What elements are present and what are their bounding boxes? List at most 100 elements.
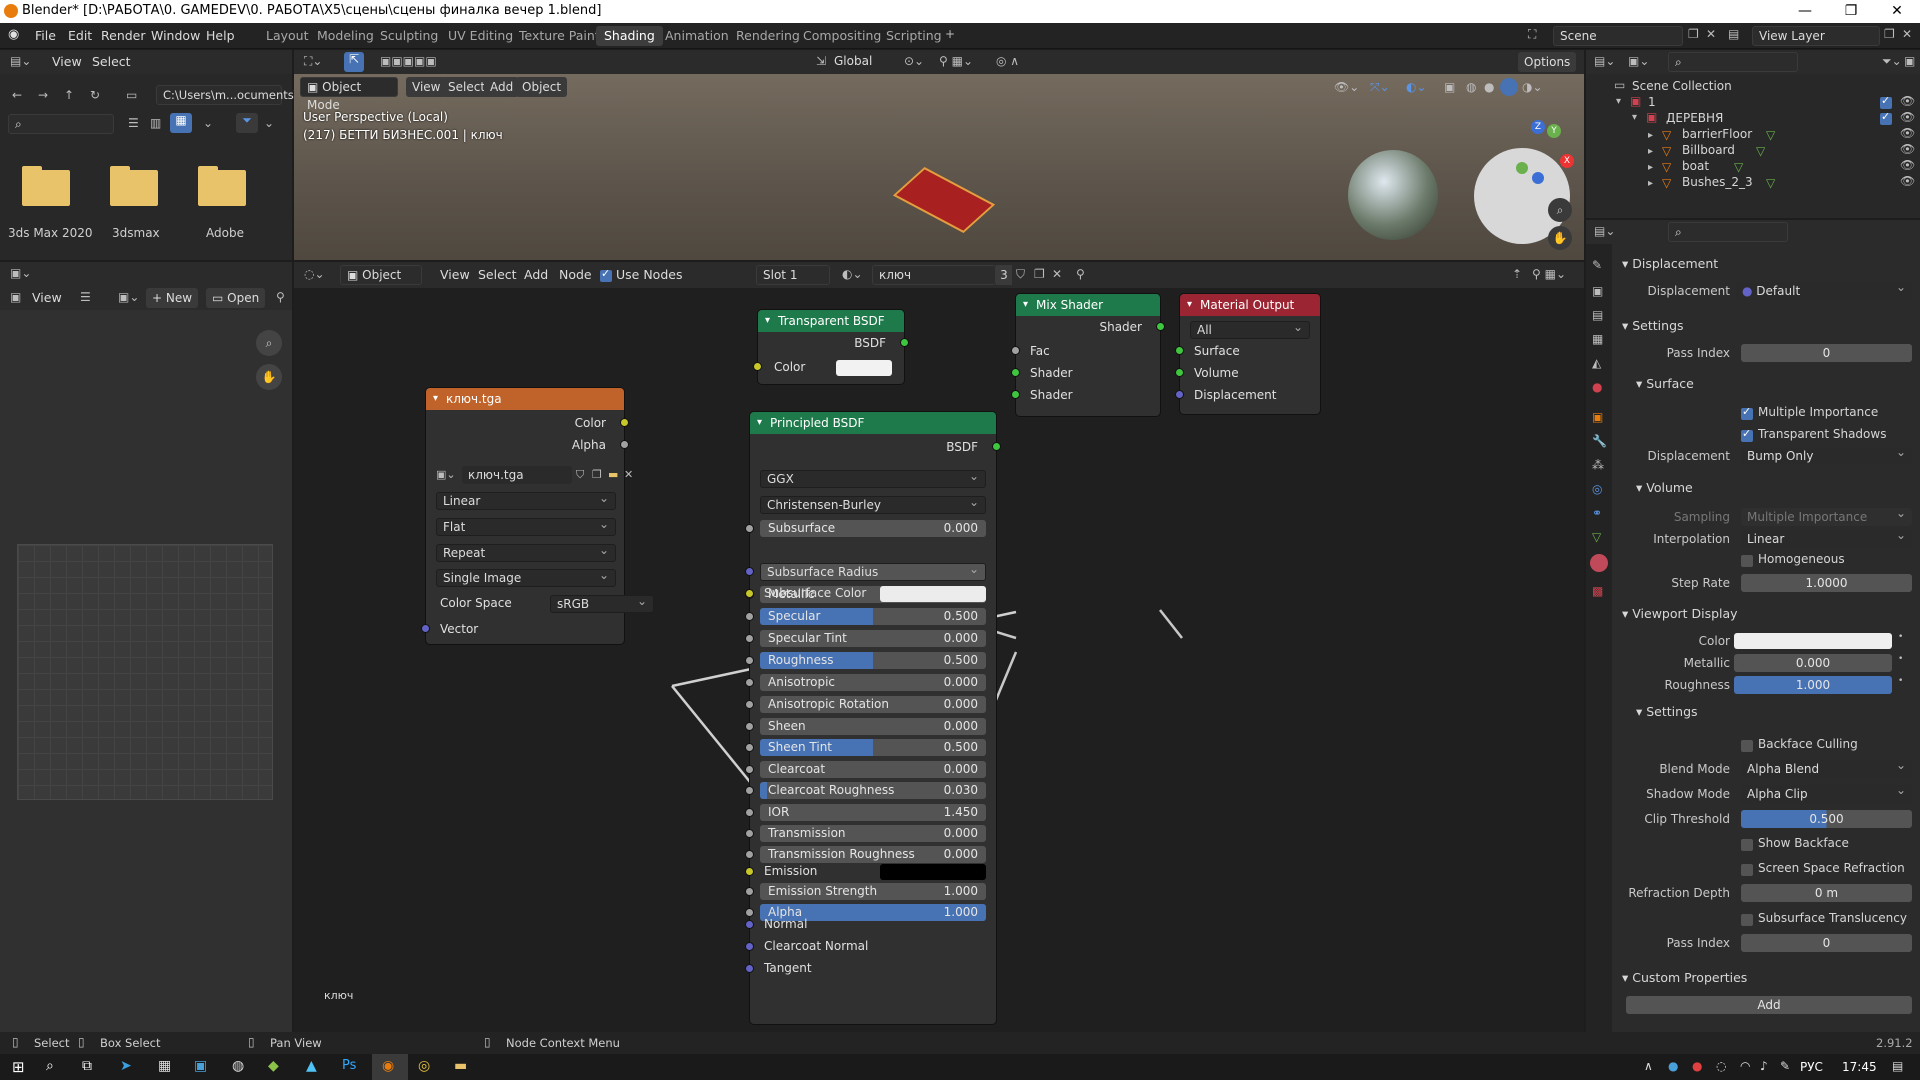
taskbar-search-icon[interactable]: ⌕ [46,1058,54,1074]
param-slider-anisotropic[interactable]: Anisotropic 0.000 [760,674,986,691]
visibility-icon[interactable]: 👁⌄ [1334,80,1359,94]
orientation-dropdown[interactable]: Global [834,54,872,68]
param-input-socket[interactable] [745,908,754,917]
viewport-editor-type-icon[interactable]: ⛶⌄ [304,54,322,69]
animate-dot-icon[interactable]: • [1898,632,1903,642]
constraints-tab-icon[interactable]: ⚭ [1592,506,1602,520]
material-tab-icon[interactable] [1590,554,1608,572]
pass-index2-field[interactable]: 0 [1741,934,1912,952]
solid-shading-icon[interactable]: ● [1484,80,1494,94]
subsurface-translucency-checkbox[interactable] [1741,914,1753,926]
mix-shader2-input-socket[interactable] [1011,390,1020,399]
z-axis-icon[interactable]: Z [1531,120,1545,134]
param-input-socket[interactable] [745,722,754,731]
telegram-icon[interactable]: ➤ [120,1058,132,1074]
selected-object-keycard[interactable] [892,166,996,234]
refraction-depth-field[interactable]: 0 m [1741,884,1912,902]
outliner-item[interactable]: Bushes_2_3 [1682,172,1753,192]
view-layer-tab-icon[interactable]: ▦ [1592,332,1603,346]
proportional-edit-icon[interactable]: ◎ ∧ [996,54,1019,68]
task-view-icon[interactable]: ⧉ [82,1058,92,1074]
mix-shader-node[interactable]: Mix Shader Shader Fac Shader Shader [1011,294,1165,416]
pan-hand-icon[interactable]: ✋ [256,364,282,390]
windows-start-icon[interactable]: ⊞ [12,1058,25,1076]
orientation-icon[interactable]: ⇲ [816,54,826,68]
extension-dropdown[interactable]: Repeat [436,542,616,562]
source-dropdown[interactable]: Single Image [436,567,616,587]
image-texture-node[interactable]: ключ.tga Color Alpha ▣⌄ ключ.tga ⛉ ❐ ▬ ✕… [421,388,654,644]
clip-threshold-field[interactable]: 0.500 [1741,810,1912,828]
animate-dot-icon[interactable]: • [1898,676,1903,686]
data-tab-icon[interactable]: ▽ [1592,530,1601,544]
add-workspace-icon[interactable]: + [945,27,955,41]
expand-icon[interactable]: ▾ [1616,96,1621,107]
detail-view-icon[interactable]: ▥ [150,116,161,130]
viewport-color-swatch[interactable] [1734,633,1892,649]
chrome-icon[interactable]: ◎ [418,1058,430,1074]
new-scene-icon[interactable]: ❐ [1688,27,1699,41]
app-steam-icon[interactable]: ◍ [232,1058,244,1074]
param-input-socket[interactable] [745,700,754,709]
editor-type-icon[interactable]: ▤⌄ [10,54,31,68]
tab-scripting[interactable]: Scripting [878,26,950,46]
mode-dropdown[interactable]: ▣ Object Mode [300,77,398,112]
image-name-field[interactable]: ключ.tga [462,466,572,484]
normal-input-socket[interactable] [745,920,754,929]
image-node-header[interactable]: ключ.tga [426,388,624,410]
properties-type-icon[interactable]: ▤⌄ [1594,224,1615,238]
mix-shader1-input-socket[interactable] [1011,368,1020,377]
hamburger-icon[interactable]: ☰ [80,290,91,304]
interpolation-dropdown[interactable]: Linear [436,490,616,510]
settings2-subsection-header[interactable]: ▾ Settings [1636,704,1698,719]
subsurface-color-swatch[interactable] [880,586,986,602]
parent-dir-icon[interactable]: ↑ [64,88,74,102]
blender-taskbar-item[interactable]: ◉ [372,1054,408,1080]
output-surface-input-socket[interactable] [1175,346,1184,355]
node-editor[interactable]: ◌⌄ ▣ Object View Select Add Node Use Nod… [294,262,1584,1032]
outliner-type-icon[interactable]: ▤⌄ [1594,54,1615,68]
tab-layout[interactable]: Layout [258,26,317,46]
param-slider-roughness[interactable]: Roughness 0.500 [760,652,986,669]
refresh-icon[interactable]: ↻ [90,88,100,102]
image-browse-icon[interactable]: ▣⌄ [436,468,456,481]
photoshop-icon[interactable]: Ps [342,1058,356,1073]
param-slider-transmission[interactable]: Transmission 0.000 [760,825,986,842]
param-input-socket[interactable] [745,524,754,533]
principled-node-header[interactable]: Principled BSDF [750,412,996,434]
pin-icon[interactable]: ⚲ [276,290,285,304]
add-custom-property-button[interactable]: Add [1626,996,1912,1014]
filter-icon[interactable]: ⏷ [236,113,258,133]
emission-input-socket[interactable] [745,867,754,876]
param-slider-subsurface[interactable]: Subsurface 0.000 [760,520,986,537]
interpolation-dropdown[interactable]: Linear [1741,526,1912,548]
modifier-tab-icon[interactable]: 🔧 [1592,434,1607,448]
param-input-socket[interactable] [745,634,754,643]
blender-menu-icon[interactable]: ◉ [8,27,19,42]
mix-node-header[interactable]: Mix Shader [1016,294,1160,316]
viewport-roughness-field[interactable]: 1.000 [1734,676,1892,694]
visibility-eye-icon[interactable]: 👁 [1900,142,1915,156]
output-displacement-input-socket[interactable] [1175,390,1184,399]
app-6-icon[interactable]: ▲ [306,1058,317,1074]
vector-input-socket[interactable] [421,624,430,633]
y-axis-icon[interactable]: Y [1547,124,1561,138]
overlay-icon[interactable]: ◐⌄ [1406,80,1427,94]
mix-shader-output-socket[interactable] [1156,322,1165,331]
tray-chevron-icon[interactable]: ∧ [1644,1059,1653,1073]
wifi-icon[interactable]: ◠ [1740,1059,1750,1073]
displacement-input-field[interactable]: ● Default [1736,278,1912,300]
minimize-icon[interactable]: — [1782,0,1828,23]
tray-app3-icon[interactable]: ◌ [1716,1059,1726,1073]
visibility-eye-icon[interactable]: 👁 [1900,110,1915,124]
physics-tab-icon[interactable]: ◎ [1592,482,1602,496]
thumbnail-view-icon[interactable]: ▦ [170,113,192,133]
color-space-dropdown[interactable]: sRGB [550,593,654,613]
folder-label[interactable]: Adobe [206,226,244,240]
visibility-eye-icon[interactable]: 👁 [1900,158,1915,172]
clearcoat-normal-input-socket[interactable] [745,942,754,951]
tab-modeling[interactable]: Modeling [309,26,382,46]
expand-icon[interactable]: ▸ [1648,130,1653,141]
transparent-color-swatch[interactable] [836,360,892,376]
properties-search-input[interactable]: ⌕ [1668,222,1788,242]
expand-icon[interactable]: ▸ [1648,162,1653,173]
